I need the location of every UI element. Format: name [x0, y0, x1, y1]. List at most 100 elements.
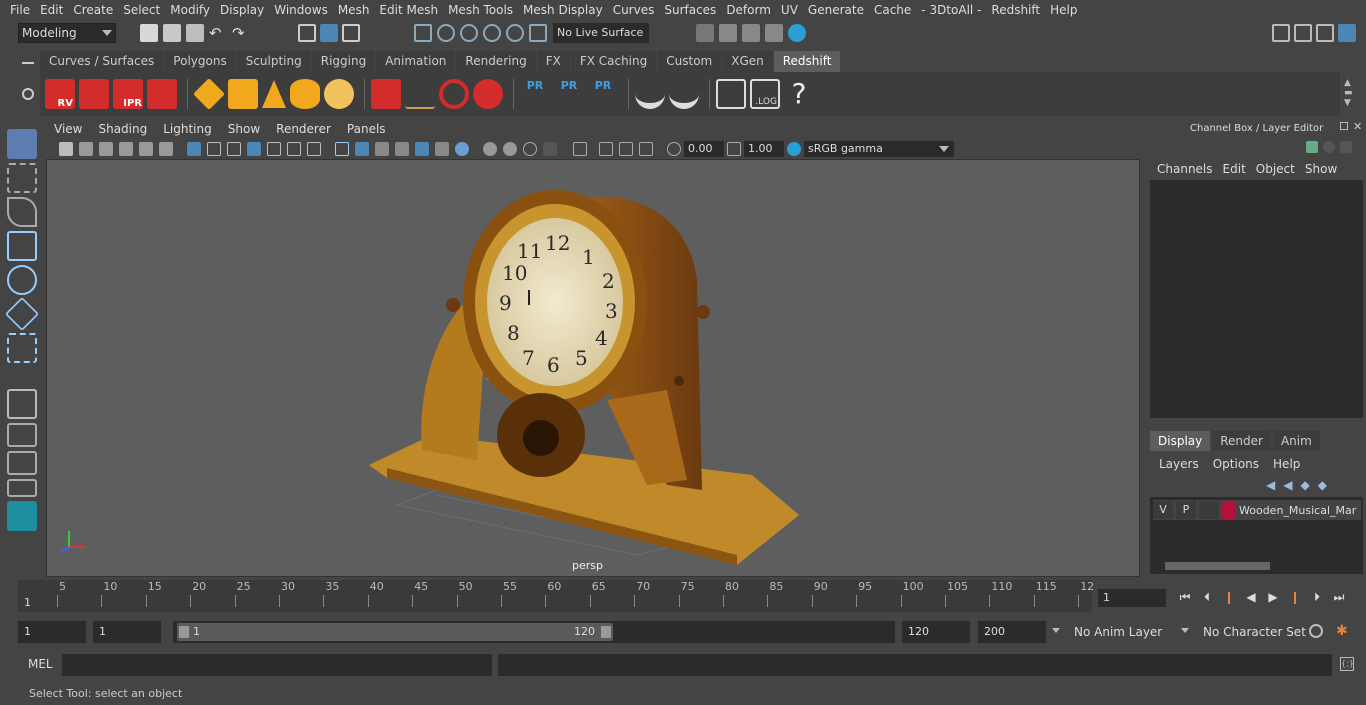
backface-icon[interactable] [543, 142, 557, 156]
perspective-viewport[interactable]: 12 1 2 345 678 9 10 11 persp [46, 159, 1140, 577]
range-slider-handle[interactable]: 1 120 [177, 623, 613, 641]
command-input[interactable] [62, 654, 492, 676]
current-frame-field[interactable]: 1 [1098, 589, 1166, 607]
tool-settings-icon[interactable] [1316, 24, 1334, 42]
shelf-menu-icon[interactable] [22, 62, 34, 64]
use-all-lights-icon[interactable] [415, 142, 429, 156]
hypershade-icon[interactable] [788, 24, 806, 42]
pr-export-icon[interactable]: PR [554, 79, 584, 109]
layers-menu[interactable]: Layers [1152, 457, 1206, 471]
auto-key-icon[interactable] [1309, 624, 1323, 638]
select-object-icon[interactable] [320, 24, 338, 42]
menu-windows[interactable]: Windows [269, 0, 333, 20]
lasso-tool-icon[interactable] [7, 163, 37, 193]
last-tool-icon[interactable] [7, 333, 37, 363]
frame-selected-icon[interactable] [619, 142, 633, 156]
go-to-start-icon[interactable]: ⏮ [1177, 589, 1193, 605]
range-start-field[interactable]: 1 [18, 621, 86, 643]
channel-object-menu[interactable]: Object [1251, 162, 1300, 176]
proxy-icon[interactable] [371, 79, 401, 109]
new-layer-from-selected-icon[interactable]: ◆ [1318, 478, 1327, 492]
menu-mesh-display[interactable]: Mesh Display [518, 0, 608, 20]
safe-title-icon[interactable] [307, 142, 321, 156]
image-plane-icon[interactable] [119, 142, 133, 156]
layout-four-view-icon[interactable] [7, 423, 37, 447]
gate-mask-icon[interactable] [247, 142, 261, 156]
exposure-field[interactable]: 0.00 [684, 141, 724, 157]
ipr-render-icon[interactable] [742, 24, 760, 42]
step-forward-icon[interactable]: ⏵ [1309, 589, 1325, 605]
xray-icon[interactable] [483, 142, 497, 156]
range-end-handle[interactable] [601, 626, 611, 638]
menu-generate[interactable]: Generate [803, 0, 869, 20]
chevron-down-icon[interactable] [1052, 628, 1060, 633]
ambient-occlusion-icon[interactable] [455, 142, 469, 156]
character-set-dropdown[interactable]: No Character Set [1203, 625, 1306, 639]
menu-select[interactable]: Select [118, 0, 165, 20]
select-hierarchy-icon[interactable] [298, 24, 316, 42]
step-back-key-icon[interactable]: ❙ [1221, 589, 1237, 605]
shadows-icon[interactable] [435, 142, 449, 156]
new-scene-icon[interactable] [140, 24, 158, 42]
bake-icon[interactable] [635, 79, 665, 109]
menu-deform[interactable]: Deform [721, 0, 776, 20]
material-ball-icon[interactable] [473, 79, 503, 109]
frame-all-icon[interactable] [599, 142, 613, 156]
channel-list[interactable] [1150, 180, 1363, 418]
redshift-ipr-icon[interactable]: IPR [113, 79, 143, 109]
maximize-icon[interactable] [639, 142, 653, 156]
render-frame-icon[interactable] [765, 24, 783, 42]
safe-action-icon[interactable] [287, 142, 301, 156]
range-start-handle[interactable] [179, 626, 189, 638]
resolution-gate-icon[interactable] [227, 142, 241, 156]
menu-edit[interactable]: Edit [35, 0, 68, 20]
volume-icon[interactable] [439, 79, 469, 109]
menu-uv[interactable]: UV [776, 0, 803, 20]
wireframe-on-shaded-icon[interactable] [375, 142, 389, 156]
play-backwards-icon[interactable]: ◀ [1243, 589, 1259, 605]
snap-point-icon[interactable] [460, 24, 478, 42]
menu-curves[interactable]: Curves [608, 0, 660, 20]
film-gate-icon[interactable] [207, 142, 221, 156]
sun-sky-icon[interactable] [324, 79, 354, 109]
menu-mesh[interactable]: Mesh [333, 0, 375, 20]
snap-vertex-icon[interactable] [529, 24, 547, 42]
anim-layer-dropdown[interactable]: No Anim Layer [1074, 625, 1162, 639]
bake-set-icon[interactable] [669, 79, 699, 109]
gamma-icon[interactable] [727, 142, 741, 156]
layer-name[interactable]: Wooden_Musical_Mar [1239, 504, 1357, 517]
layer-help-menu[interactable]: Help [1266, 457, 1307, 471]
menu-display[interactable]: Display [215, 0, 269, 20]
scale-tool-icon[interactable] [5, 297, 39, 331]
snap-curve-icon[interactable] [437, 24, 455, 42]
menu-3dtoall[interactable]: - 3DtoAll - [916, 0, 986, 20]
tab-rigging[interactable]: Rigging [311, 51, 376, 72]
range-end-field[interactable]: 200 [978, 621, 1046, 643]
attribute-toggle-icon[interactable] [1323, 141, 1335, 153]
command-language-label[interactable]: MEL [28, 657, 53, 671]
menu-surfaces[interactable]: Surfaces [659, 0, 721, 20]
script-editor-icon[interactable] [716, 79, 746, 109]
tab-polygons[interactable]: Polygons [164, 51, 236, 72]
render-view-icon[interactable] [719, 24, 737, 42]
channel-box-toggle-icon[interactable] [1306, 141, 1318, 153]
channel-edit-menu[interactable]: Edit [1218, 162, 1251, 176]
tab-sculpting[interactable]: Sculpting [236, 51, 311, 72]
rotate-tool-icon[interactable] [7, 265, 37, 295]
help-icon[interactable]: ? [784, 79, 814, 109]
tab-render[interactable]: Render [1212, 431, 1271, 451]
playback-start-field[interactable]: 1 [93, 621, 161, 643]
script-editor-icon[interactable]: {;} [1340, 657, 1354, 671]
gamma-field[interactable]: 1.00 [744, 141, 784, 157]
redo-icon[interactable]: ↷ [232, 24, 250, 42]
layer-scrollbar[interactable] [1153, 561, 1360, 571]
hair-icon[interactable] [405, 79, 435, 109]
camera-icon[interactable] [59, 142, 73, 156]
bookmark-icon[interactable] [99, 142, 113, 156]
open-scene-icon[interactable] [163, 24, 181, 42]
tab-fx[interactable]: FX [536, 51, 570, 72]
dome-light-icon[interactable] [290, 79, 320, 109]
tab-redshift[interactable]: Redshift [773, 51, 841, 72]
grid-icon[interactable] [187, 142, 201, 156]
live-surface-field[interactable]: No Live Surface [553, 23, 649, 43]
